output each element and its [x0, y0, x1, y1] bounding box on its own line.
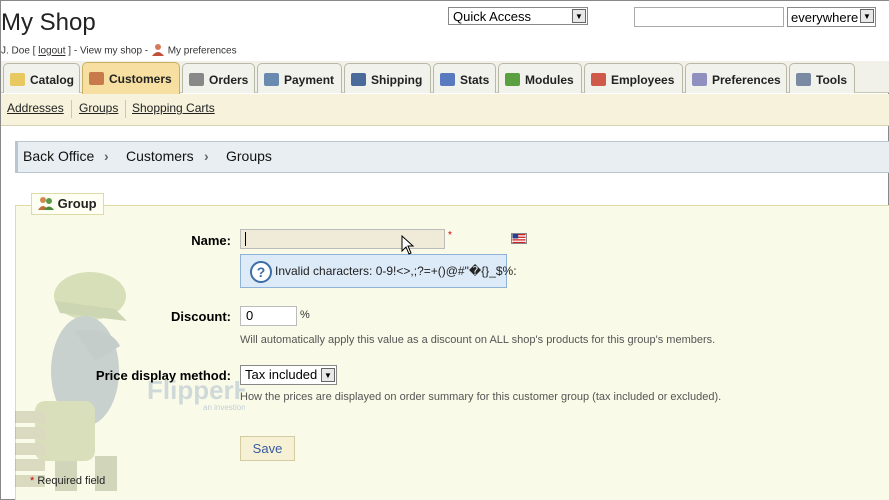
cart-icon [189, 73, 204, 86]
invalid-characters-hint: ? Invalid characters: 0-9!<>,;?=+()@#"�{… [240, 254, 517, 288]
discount-label: Discount: [171, 309, 231, 324]
breadcrumb-customers[interactable]: Customers [126, 148, 194, 164]
chevron-right-icon: › [204, 148, 209, 164]
name-label: Name: [191, 233, 231, 248]
tab-modules[interactable]: Modules [498, 63, 582, 93]
logout-link[interactable]: logout [38, 46, 65, 57]
price-display-label: Price display method: [95, 368, 231, 383]
user-line: J. Doe [ logout ] - View my shop - My pr… [1, 43, 237, 59]
tab-employees[interactable]: Employees [584, 63, 683, 93]
chevron-down-icon: ▼ [860, 9, 874, 23]
payment-icon [264, 73, 279, 86]
tab-label: Customers [109, 72, 172, 86]
user-icon [151, 43, 165, 59]
customer-icon [89, 72, 104, 85]
percent-unit: % [300, 309, 310, 321]
tab-shipping[interactable]: Shipping [344, 63, 431, 93]
tab-customers[interactable]: Customers [82, 62, 180, 94]
search-scope-value: everywhere [791, 10, 859, 25]
subnav-groups[interactable]: Groups [79, 101, 118, 115]
main-tabs: Catalog Customers Orders Payment Shippin… [1, 61, 889, 94]
tab-label: Tools [816, 73, 848, 87]
group-icon [38, 196, 54, 213]
help-question-icon: ? [250, 261, 272, 283]
hint-text: Invalid characters: 0-9!<>,;?=+()@#"�{}_… [275, 264, 517, 278]
us-flag-icon[interactable] [511, 233, 527, 244]
tab-label: Modules [525, 73, 574, 87]
truck-icon [351, 73, 366, 86]
watermark-tagline: an investion company [203, 403, 245, 412]
price-display-help: How the prices are displayed on order su… [240, 391, 722, 403]
breadcrumb-back-office[interactable]: Back Office [23, 148, 94, 164]
quick-access-select[interactable]: Quick Access ▼ [448, 7, 588, 25]
tab-tools[interactable]: Tools [789, 63, 855, 93]
tab-label: Orders [209, 73, 249, 87]
shop-title: My Shop [1, 9, 96, 36]
view-shop-link[interactable]: ] - View my shop - [68, 46, 148, 57]
price-display-value: Tax included [245, 367, 318, 382]
form-legend: Group [31, 193, 104, 215]
search-scope-select[interactable]: everywhere ▼ [787, 7, 876, 27]
breadcrumb: Back Office › Customers › Groups [15, 141, 889, 173]
tab-orders[interactable]: Orders [182, 63, 255, 93]
price-display-select[interactable]: Tax included ▼ [240, 365, 337, 385]
required-star: * [30, 475, 35, 487]
chevron-down-icon: ▼ [572, 9, 586, 23]
tab-catalog[interactable]: Catalog [3, 63, 80, 93]
my-preferences-link[interactable]: My preferences [168, 46, 237, 57]
required-field-note: * Required field [30, 475, 105, 487]
mouse-pointer-icon [401, 235, 415, 255]
employee-icon [591, 73, 606, 86]
chevron-right-icon: › [104, 148, 109, 164]
discount-input[interactable]: 0 [240, 306, 297, 326]
chevron-down-icon: ▼ [321, 368, 335, 382]
subnav-divider [71, 100, 72, 118]
subnav-shopping-carts[interactable]: Shopping Carts [132, 101, 215, 115]
tab-label: Shipping [371, 73, 423, 87]
subnav-addresses[interactable]: Addresses [7, 101, 64, 115]
text-caret [245, 232, 246, 246]
required-field-text: Required field [37, 475, 106, 487]
tab-stats[interactable]: Stats [433, 63, 496, 93]
preferences-icon [692, 73, 707, 86]
tab-preferences[interactable]: Preferences [685, 63, 787, 93]
folder-icon [10, 73, 25, 86]
subnav-divider [125, 100, 126, 118]
tab-label: Stats [460, 73, 490, 87]
sub-navigation: Addresses Groups Shopping Carts [1, 94, 889, 126]
quick-access-value: Quick Access [453, 9, 532, 24]
header-bar: My Shop J. Doe [ logout ] - View my shop… [1, 1, 889, 61]
stats-icon [440, 73, 455, 86]
search-input[interactable] [634, 7, 784, 27]
tab-label: Payment [284, 73, 335, 87]
puzzle-icon [505, 73, 520, 86]
save-button[interactable]: Save [240, 436, 295, 461]
user-name: J. Doe [ [1, 45, 36, 57]
wrench-icon [796, 73, 811, 86]
form-legend-text: Group [57, 196, 97, 211]
tab-label: Preferences [712, 73, 781, 87]
tab-payment[interactable]: Payment [257, 63, 342, 93]
required-star: * [448, 230, 452, 241]
breadcrumb-groups: Groups [226, 148, 272, 164]
tab-label: Catalog [30, 73, 75, 87]
tab-label: Employees [611, 73, 675, 87]
discount-help: Will automatically apply this value as a… [240, 334, 716, 346]
